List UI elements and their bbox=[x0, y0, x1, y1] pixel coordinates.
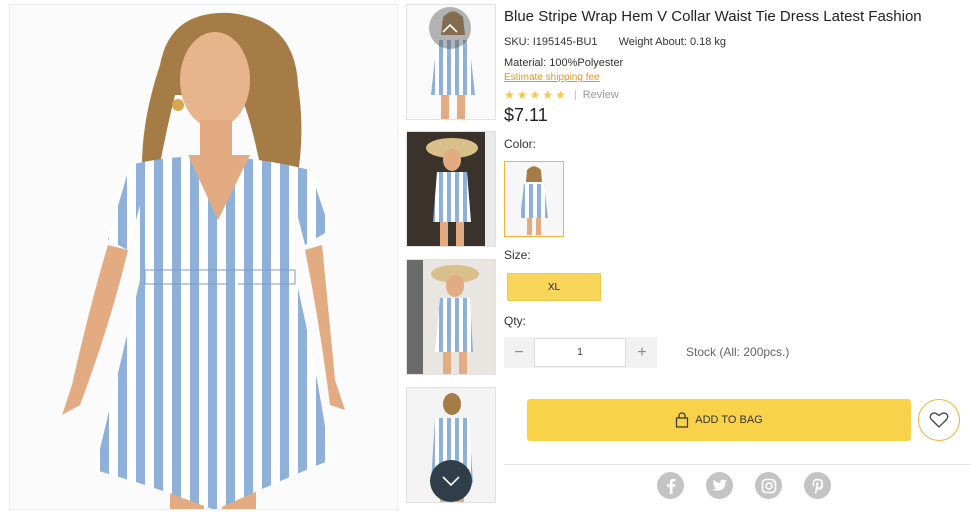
qty-plus-button[interactable]: + bbox=[627, 337, 657, 368]
star-icon: ★ bbox=[555, 88, 566, 102]
star-icon: ★ bbox=[529, 88, 541, 102]
social-share-row bbox=[657, 472, 853, 499]
estimate-shipping-link[interactable]: Estimate shipping fee bbox=[504, 72, 600, 83]
thumbnail-2[interactable] bbox=[406, 131, 496, 247]
weight-text: Weight About: 0.18 kg bbox=[618, 36, 727, 48]
pinterest-icon[interactable] bbox=[804, 472, 831, 499]
star-icon: ★ bbox=[542, 88, 554, 102]
add-to-bag-button[interactable]: ADD TO BAG bbox=[527, 399, 911, 441]
qty-label: Qty: bbox=[504, 314, 527, 328]
review-link[interactable]: Review bbox=[583, 89, 619, 101]
main-product-image[interactable] bbox=[9, 4, 398, 510]
instagram-icon[interactable] bbox=[755, 472, 782, 499]
facebook-icon[interactable] bbox=[657, 472, 684, 499]
divider bbox=[504, 464, 971, 465]
rating-separator: | bbox=[573, 89, 577, 101]
qty-input[interactable] bbox=[534, 338, 626, 367]
material-text: Material: 100%Polyester bbox=[504, 57, 624, 69]
wishlist-button[interactable] bbox=[918, 399, 960, 441]
stock-text: Stock (All: 200pcs.) bbox=[686, 345, 790, 359]
quantity-stepper: − + bbox=[504, 337, 657, 368]
qty-minus-button[interactable]: − bbox=[504, 337, 534, 368]
size-label: Size: bbox=[504, 248, 531, 262]
star-icon: ★ bbox=[516, 88, 528, 102]
twitter-icon[interactable] bbox=[706, 472, 733, 499]
size-option-xl[interactable]: XL bbox=[507, 273, 601, 301]
product-title: Blue Stripe Wrap Hem V Collar Waist Tie … bbox=[504, 8, 922, 25]
add-to-bag-label: ADD TO BAG bbox=[695, 414, 763, 426]
thumbnail-strip bbox=[406, 4, 496, 504]
sku-text: SKU: I195145-BU1 bbox=[504, 36, 598, 48]
shopping-bag-icon bbox=[675, 412, 689, 428]
chevron-down-icon[interactable] bbox=[430, 460, 472, 502]
rating-row: ★ ★ ★ ★ ★ | Review bbox=[504, 88, 619, 102]
star-icon: ★ bbox=[504, 88, 515, 102]
product-meta: SKU: I195145-BU1 Weight About: 0.18 kg bbox=[504, 36, 726, 48]
color-label: Color: bbox=[504, 137, 537, 151]
color-swatch-blue-stripe[interactable] bbox=[504, 161, 564, 237]
thumbnail-3[interactable] bbox=[406, 259, 496, 375]
product-price: $7.11 bbox=[504, 105, 548, 125]
heart-icon bbox=[929, 411, 949, 429]
chevron-up-icon[interactable] bbox=[429, 7, 471, 49]
